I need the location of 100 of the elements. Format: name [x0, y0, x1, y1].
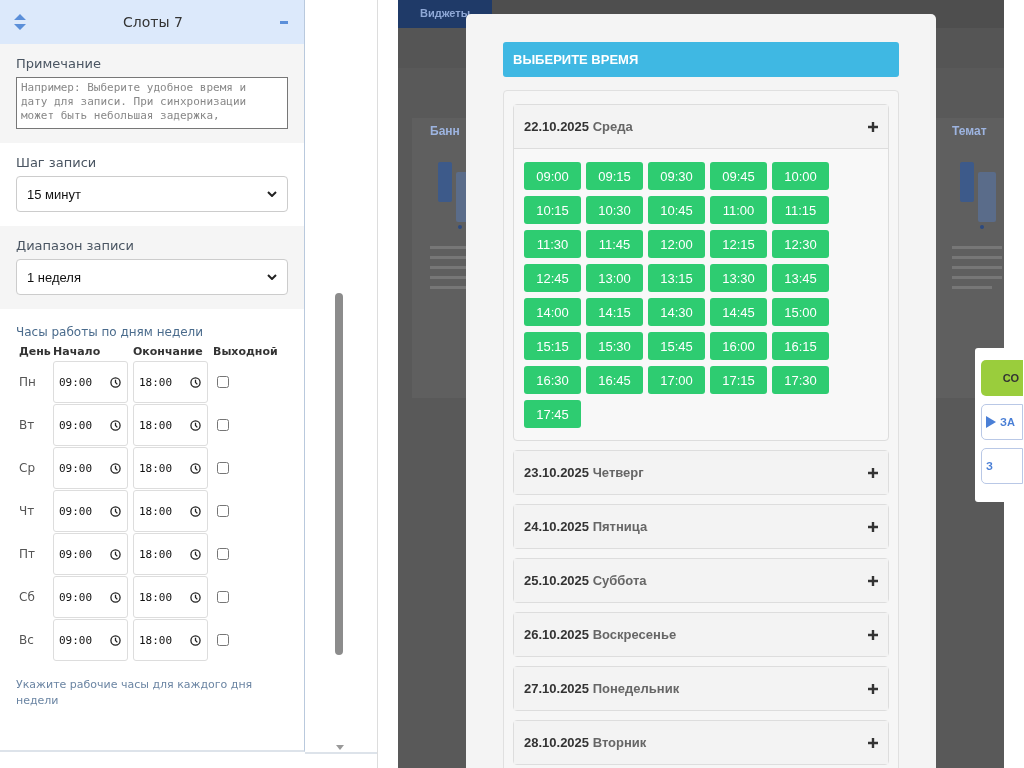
- time-field[interactable]: 18:00: [133, 576, 208, 618]
- time-field[interactable]: 09:00: [53, 619, 128, 661]
- chevron-icon: [267, 274, 277, 280]
- day-off-checkbox[interactable]: [217, 548, 229, 560]
- day-header[interactable]: 24.10.2025 Пятница: [514, 505, 888, 548]
- day-label: Пн: [19, 375, 37, 389]
- time-field[interactable]: 09:00: [53, 490, 128, 532]
- field-label: Шаг записи: [16, 155, 98, 170]
- panel-button[interactable]: ЗА: [981, 404, 1023, 440]
- plus-icon: [868, 121, 878, 132]
- play-icon: [986, 416, 996, 428]
- clock-icon: [110, 634, 121, 646]
- time-field[interactable]: 09:00: [53, 361, 128, 403]
- day-label: Вс: [19, 633, 35, 647]
- time-slot-button[interactable]: 09:00: [524, 162, 581, 190]
- modal-title: ВЫБЕРИТЕ ВРЕМЯ: [503, 42, 899, 77]
- time-field[interactable]: 18:00: [133, 404, 208, 446]
- time-slot-button[interactable]: 14:45: [710, 298, 767, 326]
- time-slot-button[interactable]: 16:15: [772, 332, 829, 360]
- panel-button[interactable]: З: [981, 448, 1023, 484]
- chevron-icon: [267, 191, 277, 197]
- time-slot-button[interactable]: 14:00: [524, 298, 581, 326]
- day-off-checkbox[interactable]: [217, 419, 229, 431]
- time-slot-button[interactable]: 13:00: [586, 264, 643, 292]
- clock-icon: [110, 505, 121, 517]
- day-header[interactable]: 25.10.2025 Суббота: [514, 559, 888, 602]
- time-slot-button[interactable]: 13:15: [648, 264, 705, 292]
- clock-icon: [190, 462, 201, 474]
- time-slot-button[interactable]: 11:30: [524, 230, 581, 258]
- day-off-checkbox[interactable]: [217, 505, 229, 517]
- time-slot-button[interactable]: 12:15: [710, 230, 767, 258]
- card-title: Банн: [430, 124, 461, 138]
- time-slot-button[interactable]: 16:45: [586, 366, 643, 394]
- time-field[interactable]: 18:00: [133, 447, 208, 489]
- plus-icon: [868, 629, 878, 640]
- note-field[interactable]: Например: Выберите удобное время и дату для записи. При синхронизации может быть небольшая задержка,: [16, 77, 288, 129]
- time-slot-button[interactable]: 17:15: [710, 366, 767, 394]
- scrollbar-thumb[interactable]: [335, 293, 343, 655]
- time-slot-button[interactable]: 09:30: [648, 162, 705, 190]
- time-field[interactable]: 09:00: [53, 404, 128, 446]
- time-slot-button[interactable]: 13:30: [710, 264, 767, 292]
- day-header[interactable]: 28.10.2025 Вторник: [514, 721, 888, 764]
- day-header[interactable]: 26.10.2025 Воскресенье: [514, 613, 888, 656]
- time-slot-button[interactable]: 12:00: [648, 230, 705, 258]
- time-slot-button[interactable]: 14:15: [586, 298, 643, 326]
- time-slot-button[interactable]: 12:45: [524, 264, 581, 292]
- clock-icon: [190, 376, 201, 388]
- time-slot-button[interactable]: 09:45: [710, 162, 767, 190]
- sort-icon[interactable]: [14, 14, 26, 30]
- day-label: Сб: [19, 590, 36, 604]
- time-slot-button[interactable]: 12:30: [772, 230, 829, 258]
- time-slot-button[interactable]: 17:00: [648, 366, 705, 394]
- column-header: День: [19, 344, 52, 360]
- time-slot-button[interactable]: 10:00: [772, 162, 829, 190]
- step-dropdown[interactable]: 15 минут: [16, 176, 288, 212]
- time-slot-button[interactable]: 17:45: [524, 400, 581, 428]
- time-slot-button[interactable]: 17:30: [772, 366, 829, 394]
- time-field[interactable]: 18:00: [133, 361, 208, 403]
- range-dropdown[interactable]: 1 неделя: [16, 259, 288, 295]
- time-slot-button[interactable]: 15:30: [586, 332, 643, 360]
- time-slot-button[interactable]: 13:45: [772, 264, 829, 292]
- day-off-checkbox[interactable]: [217, 376, 229, 388]
- time-slot-button[interactable]: 15:00: [772, 298, 829, 326]
- time-field[interactable]: 18:00: [133, 533, 208, 575]
- day-label: Пт: [19, 547, 36, 561]
- day-header[interactable]: 22.10.2025 Среда: [514, 105, 888, 148]
- time-field[interactable]: 09:00: [53, 576, 128, 618]
- hint-text: Укажите рабочие часы для каждого дня недели: [16, 677, 254, 709]
- time-slot-button[interactable]: 16:00: [710, 332, 767, 360]
- day-label: Вт: [19, 418, 36, 432]
- time-slot-button[interactable]: 11:45: [586, 230, 643, 258]
- column-header: Начало: [53, 344, 102, 360]
- time-field[interactable]: 09:00: [53, 447, 128, 489]
- scroll-down-icon[interactable]: [336, 745, 344, 750]
- clock-icon: [190, 548, 201, 560]
- column-header: Окончание: [133, 344, 204, 360]
- time-slot-button[interactable]: 09:15: [586, 162, 643, 190]
- day-off-checkbox[interactable]: [217, 462, 229, 474]
- plus-icon: [868, 521, 878, 532]
- time-slot-button[interactable]: 10:15: [524, 196, 581, 224]
- minus-icon[interactable]: [280, 20, 288, 24]
- time-slot-button[interactable]: 16:30: [524, 366, 581, 394]
- time-field[interactable]: 18:00: [133, 490, 208, 532]
- panel-button[interactable]: СО: [981, 360, 1023, 396]
- time-slot-button[interactable]: 10:30: [586, 196, 643, 224]
- day-header[interactable]: 27.10.2025 Понедельник: [514, 667, 888, 710]
- time-slot-button[interactable]: 14:30: [648, 298, 705, 326]
- time-slot-button[interactable]: 15:15: [524, 332, 581, 360]
- time-field[interactable]: 09:00: [53, 533, 128, 575]
- time-field[interactable]: 18:00: [133, 619, 208, 661]
- day-off-checkbox[interactable]: [217, 634, 229, 646]
- time-slot-button[interactable]: 10:45: [648, 196, 705, 224]
- clock-icon: [190, 419, 201, 431]
- time-slot-button[interactable]: 11:00: [710, 196, 767, 224]
- day-off-checkbox[interactable]: [217, 591, 229, 603]
- plus-icon: [868, 737, 878, 748]
- panel-header[interactable]: Слоты 7: [0, 0, 304, 44]
- day-header[interactable]: 23.10.2025 Четверг: [514, 451, 888, 494]
- time-slot-button[interactable]: 15:45: [648, 332, 705, 360]
- time-slot-button[interactable]: 11:15: [772, 196, 829, 224]
